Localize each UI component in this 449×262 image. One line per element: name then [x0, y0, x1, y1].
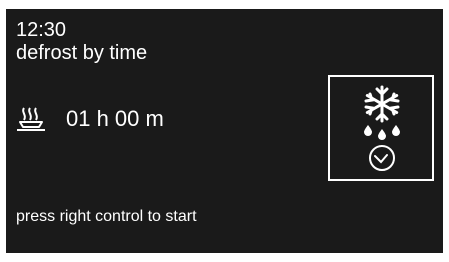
- defrost-duration: 01 h 00 m: [66, 106, 164, 131]
- clock-time: 12:30: [16, 19, 67, 41]
- start-hint: press right control to start: [16, 208, 197, 225]
- water-drops-icon: [364, 125, 400, 140]
- mode-label: defrost by time: [16, 42, 148, 64]
- clock-icon: [369, 145, 395, 171]
- duration-row: 01 h 00 m: [16, 104, 164, 134]
- defrost-dish-icon: [16, 106, 46, 132]
- snowflake-icon: [364, 85, 400, 123]
- oven-display: 12:30 defrost by time 01 h 00 m press ri…: [6, 9, 443, 253]
- mode-icon-box: [328, 75, 434, 181]
